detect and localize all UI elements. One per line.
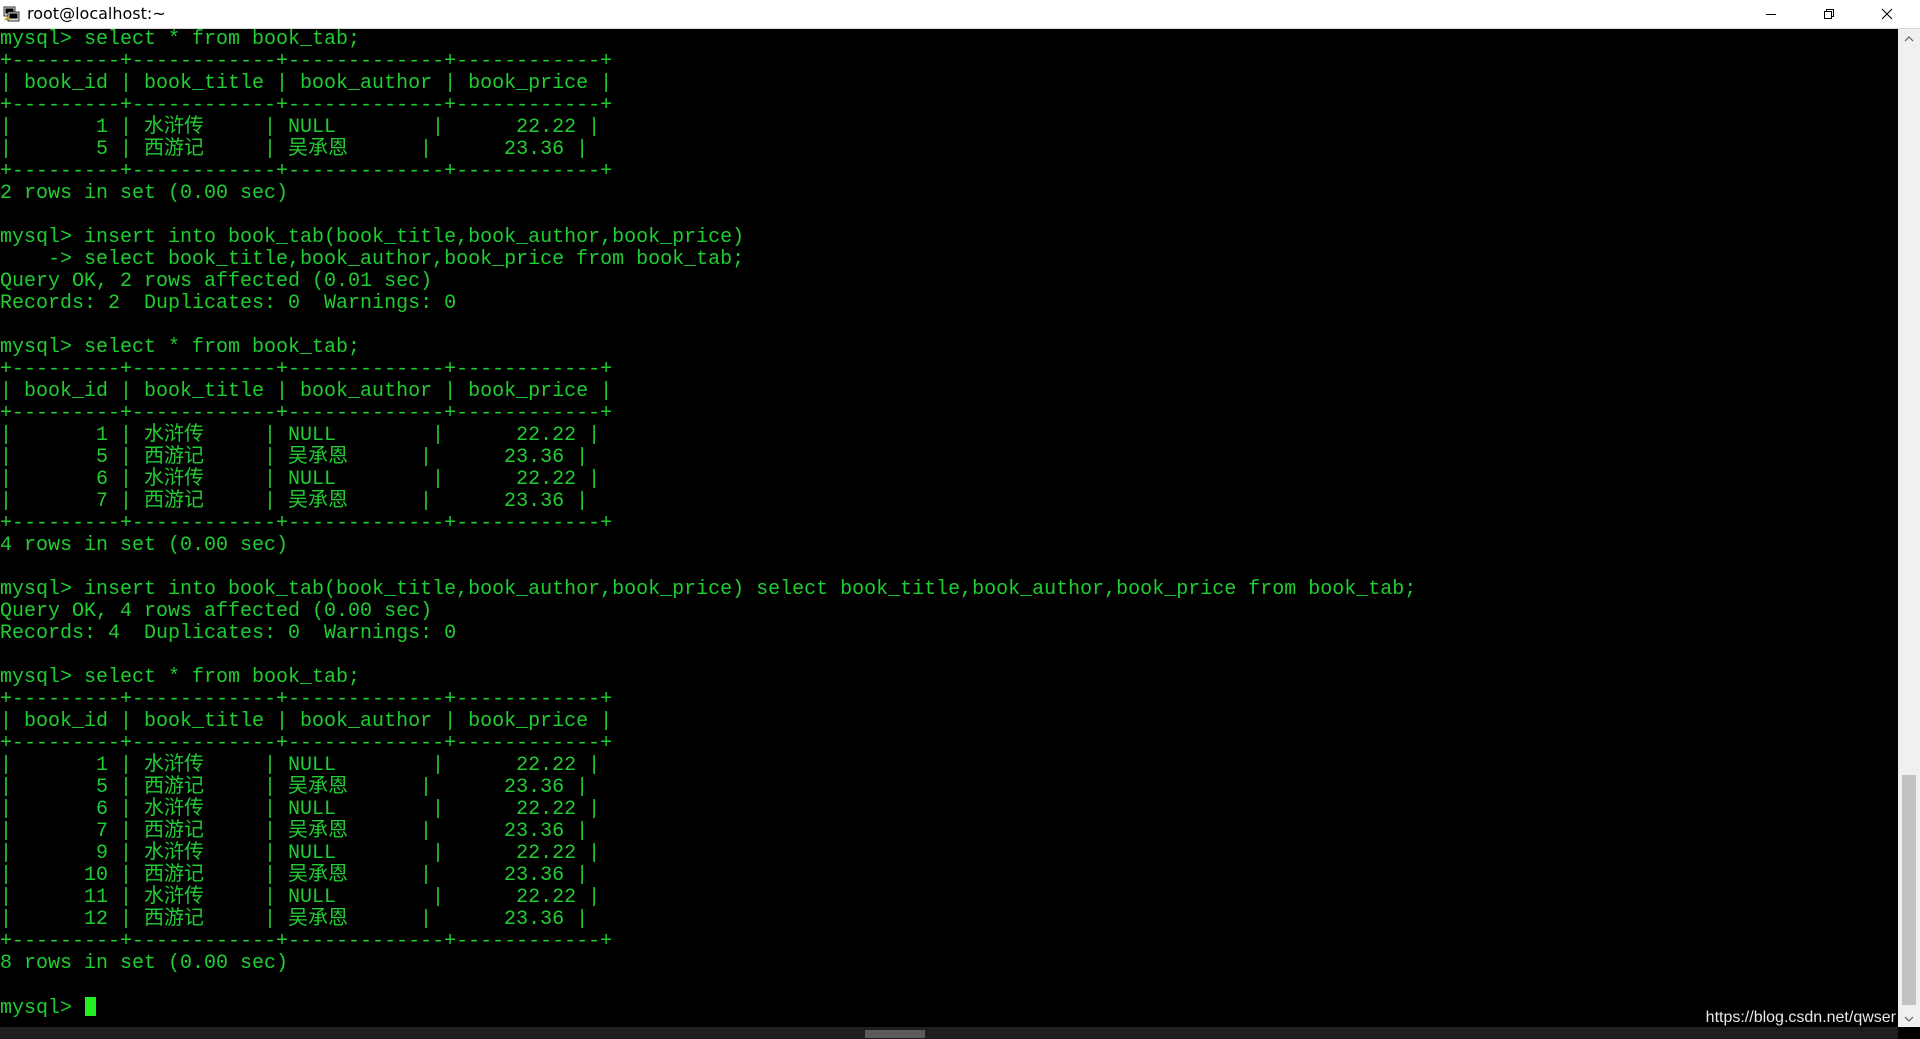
terminal-line: | 1 | 水浒传 | NULL | 22.22 | xyxy=(0,424,601,447)
bottom-bar xyxy=(0,1027,1898,1039)
window-title: root@localhost:~ xyxy=(27,4,166,23)
terminal-line: Records: 2 Duplicates: 0 Warnings: 0 xyxy=(0,292,457,315)
terminal-window: root@localhost:~ mysql> select * from bo… xyxy=(0,0,1920,1039)
close-button[interactable] xyxy=(1858,0,1916,28)
chevron-down-icon xyxy=(1904,1009,1914,1027)
terminal-line: | 1 | 水浒传 | NULL | 22.22 | xyxy=(0,116,601,139)
terminal-line: | 7 | 西游记 | 吴承恩 | 23.36 | xyxy=(0,490,589,513)
terminal-line: Records: 4 Duplicates: 0 Warnings: 0 xyxy=(0,622,457,645)
terminal-line: +---------+------------+-------------+--… xyxy=(0,402,613,425)
terminal-lines: mysql> select * from book_tab; +---------… xyxy=(0,29,1898,997)
terminal-line: mysql> insert into book_tab(book_title,b… xyxy=(0,578,1417,601)
restore-icon xyxy=(1823,8,1835,20)
prompt-line[interactable]: mysql> xyxy=(0,997,1898,1020)
restore-button[interactable] xyxy=(1800,0,1858,28)
terminal-line: Query OK, 2 rows affected (0.01 sec) xyxy=(0,270,433,293)
title-bar[interactable]: root@localhost:~ xyxy=(0,0,1920,29)
terminal-line: mysql> insert into book_tab(book_title,b… xyxy=(0,226,745,249)
terminal-line: mysql> select * from book_tab; xyxy=(0,336,361,359)
mysql-prompt: mysql> xyxy=(0,997,85,1020)
putty-terminal-icon[interactable] xyxy=(3,6,21,22)
terminal-line: 8 rows in set (0.00 sec) xyxy=(0,952,289,975)
terminal-line: +---------+------------+-------------+--… xyxy=(0,930,613,953)
terminal-line: mysql> select * from book_tab; xyxy=(0,666,361,689)
watermark-url: https://blog.csdn.net/qwser xyxy=(1705,1009,1896,1026)
terminal-line: +---------+------------+-------------+--… xyxy=(0,160,613,183)
terminal-line: | 6 | 水浒传 | NULL | 22.22 | xyxy=(0,468,601,491)
scroll-up-button[interactable] xyxy=(1898,29,1920,47)
scroll-thumb[interactable] xyxy=(1902,775,1916,1005)
terminal-line: | 7 | 西游记 | 吴承恩 | 23.36 | xyxy=(0,820,589,843)
terminal-line: +---------+------------+-------------+--… xyxy=(0,732,613,755)
close-icon xyxy=(1881,8,1893,20)
terminal-line: | 11 | 水浒传 | NULL | 22.22 | xyxy=(0,886,601,909)
bottom-bar-thumb[interactable] xyxy=(865,1030,925,1038)
terminal-line: +---------+------------+-------------+--… xyxy=(0,688,613,711)
terminal-line: Query OK, 4 rows affected (0.00 sec) xyxy=(0,600,433,623)
terminal-line: | 12 | 西游记 | 吴承恩 | 23.36 | xyxy=(0,908,589,931)
terminal-line: | 1 | 水浒传 | NULL | 22.22 | xyxy=(0,754,601,777)
terminal-line: | 5 | 西游记 | 吴承恩 | 23.36 | xyxy=(0,776,589,799)
terminal-line: +---------+------------+-------------+--… xyxy=(0,94,613,117)
terminal-line: 4 rows in set (0.00 sec) xyxy=(0,534,289,557)
scroll-down-button[interactable] xyxy=(1898,1009,1920,1027)
terminal-line: | 5 | 西游记 | 吴承恩 | 23.36 | xyxy=(0,446,589,469)
terminal-line: | 6 | 水浒传 | NULL | 22.22 | xyxy=(0,798,601,821)
terminal-line: mysql> select * from book_tab; xyxy=(0,29,361,51)
terminal-line: | 10 | 西游记 | 吴承恩 | 23.36 | xyxy=(0,864,589,887)
terminal-line: | 5 | 西游记 | 吴承恩 | 23.36 | xyxy=(0,138,589,161)
chevron-up-icon xyxy=(1904,29,1914,47)
terminal-line: 2 rows in set (0.00 sec) xyxy=(0,182,289,205)
terminal-line: | book_id | book_title | book_author | b… xyxy=(0,380,613,403)
terminal-line: +---------+------------+-------------+--… xyxy=(0,512,613,535)
minimize-icon xyxy=(1765,8,1777,20)
terminal-line: -> select book_title,book_author,book_pr… xyxy=(0,248,745,271)
terminal-line: +---------+------------+-------------+--… xyxy=(0,50,613,73)
text-cursor xyxy=(85,997,97,1016)
minimize-button[interactable] xyxy=(1742,0,1800,28)
terminal-line: | 9 | 水浒传 | NULL | 22.22 | xyxy=(0,842,601,865)
terminal-output[interactable]: mysql> select * from book_tab; +---------… xyxy=(0,29,1898,1027)
terminal-line: | book_id | book_title | book_author | b… xyxy=(0,710,613,733)
vertical-scrollbar[interactable] xyxy=(1898,29,1920,1027)
terminal-line: +---------+------------+-------------+--… xyxy=(0,358,613,381)
terminal-line: | book_id | book_title | book_author | b… xyxy=(0,72,613,95)
